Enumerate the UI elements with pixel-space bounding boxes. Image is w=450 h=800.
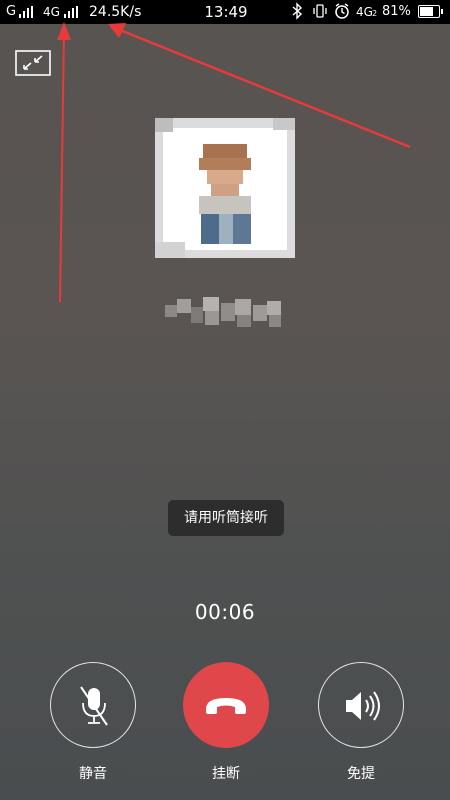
speaker-button[interactable] xyxy=(318,662,404,748)
speaker-label: 免提 xyxy=(347,766,375,782)
hangup-button[interactable] xyxy=(183,662,269,748)
microphone-muted-icon xyxy=(80,686,108,726)
arrow-head-icon xyxy=(108,23,126,38)
mute-button[interactable] xyxy=(50,662,136,748)
signal-icon xyxy=(19,6,33,18)
toast-message: 请用听筒接听 xyxy=(168,500,284,536)
bluetooth-icon xyxy=(291,2,303,26)
sim1-label: G xyxy=(6,4,17,19)
alarm-icon xyxy=(334,2,350,26)
caller-name-redacted xyxy=(165,295,285,331)
battery-percent: 81% xyxy=(382,4,411,19)
clock: 13:49 xyxy=(204,3,248,21)
signal-icon xyxy=(64,6,78,18)
phone-hangup-icon xyxy=(206,698,246,714)
minimize-icon[interactable] xyxy=(15,50,51,76)
call-duration: 00:06 xyxy=(194,600,256,624)
speaker-icon xyxy=(346,691,380,721)
network-speed: 24.5K/s xyxy=(89,4,142,20)
vibrate-icon xyxy=(312,2,328,26)
network-type-2: 4G xyxy=(356,5,373,19)
arrow-head-icon xyxy=(57,22,71,40)
sim-slot-sub: 2 xyxy=(372,9,378,18)
network-type: 4G xyxy=(43,5,60,19)
status-bar: G 4G 24.5K/s 13:49 4G 2 81% xyxy=(0,0,450,24)
hangup-label: 挂断 xyxy=(212,766,240,782)
avatar xyxy=(155,118,295,258)
battery-icon xyxy=(418,5,443,18)
mute-label: 静音 xyxy=(79,766,107,782)
